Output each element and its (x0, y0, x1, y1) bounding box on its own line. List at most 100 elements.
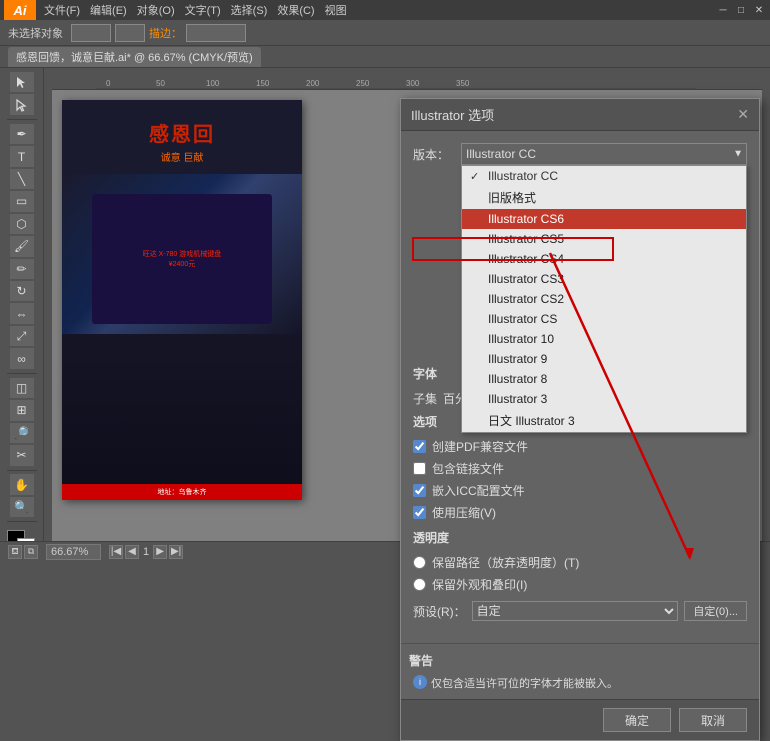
dropdown-label: Illustrator CS3 (488, 272, 564, 286)
ruler-marks: 0 50 100 150 200 250 300 350 (96, 76, 696, 90)
preset-select[interactable]: 自定 (472, 601, 679, 621)
feather-input[interactable] (186, 24, 246, 42)
version-select[interactable]: Illustrator CC (461, 143, 747, 165)
menu-effect[interactable]: 效果(C) (273, 2, 318, 18)
scale-tool[interactable]: ⤢ (10, 326, 34, 346)
dropdown-label: Illustrator 3 (488, 392, 547, 406)
dropdown-item-cs5[interactable]: Illustrator CS5 (462, 229, 746, 249)
preset-custom-button[interactable]: 自定(0)... (684, 601, 747, 621)
dialog-body: 版本： Illustrator CC ▼ ✓ Illustrator CC (401, 131, 759, 633)
dropdown-item-j3[interactable]: 日文 Illustrator 3 (462, 409, 746, 432)
horizontal-ruler: 0 50 100 150 200 250 300 350 (52, 76, 762, 90)
option-links-checkbox[interactable] (413, 462, 426, 475)
dropdown-label: Illustrator 9 (488, 352, 547, 366)
option-icc: 嵌入ICC配置文件 (413, 482, 747, 499)
gradient-tool[interactable]: ◫ (10, 378, 34, 398)
options-toolbar: 未选择对象 描边： (0, 20, 770, 46)
dialog-footer: 确定 取消 (401, 699, 759, 740)
svg-text:250: 250 (356, 79, 370, 88)
check-icon: ✓ (470, 170, 484, 183)
menu-file[interactable]: 文件(F) (40, 2, 84, 18)
line-tool[interactable]: ╲ (10, 169, 34, 189)
keyboard-area: 旺达 X-780 游戏机械键盘¥2400元 (92, 194, 272, 324)
menu-object[interactable]: 对象(O) (133, 2, 179, 18)
prev-button[interactable]: ◀ (125, 545, 139, 559)
document-canvas: 感恩回 诚意 巨献 旺达 X-780 游戏机械键盘¥2400元 地址：乌鲁木齐 (62, 100, 302, 500)
rect-tool[interactable]: ▭ (10, 191, 34, 211)
status-icon2: ⧉ (24, 545, 38, 559)
selection-tool[interactable] (10, 72, 34, 92)
ai-logo: Ai (4, 0, 36, 20)
transparency-radio-2[interactable] (413, 578, 426, 591)
rotate-tool[interactable]: ↻ (10, 281, 34, 301)
dialog-title-bar: Illustrator 选项 ✕ (401, 99, 759, 131)
dropdown-label: Illustrator CS (488, 312, 557, 326)
document-tab[interactable]: 感恩回馈，诚意巨献.ai* @ 66.67% (CMYK/预览) (8, 47, 261, 67)
dropdown-item-cc[interactable]: ✓ Illustrator CC (462, 166, 746, 186)
type-tool[interactable]: T (10, 146, 34, 166)
doc-banner: 感恩回 (149, 118, 215, 147)
option-icc-checkbox[interactable] (413, 484, 426, 497)
lightning-area: 旺达 X-780 游戏机械键盘¥2400元 (62, 174, 302, 334)
dropdown-item-cs6[interactable]: Illustrator CS6 (462, 209, 746, 229)
mesh-tool[interactable]: ⊞ (10, 400, 34, 420)
pencil-tool[interactable]: ✏ (10, 259, 34, 279)
mirror-tool[interactable]: ⇔ (10, 303, 34, 323)
dropdown-item-cs4[interactable]: Illustrator CS4 (462, 249, 746, 269)
prev-page-button[interactable]: |◀ (109, 545, 123, 559)
maximize-button[interactable]: □ (734, 3, 748, 17)
pen-tool[interactable]: ✒ (10, 124, 34, 144)
ok-button[interactable]: 确定 (603, 708, 671, 732)
preset-row: 预设(R)： 自定 自定(0)... (413, 601, 747, 621)
zoom-tool[interactable]: 🔍 (10, 497, 34, 517)
next-page-button[interactable]: ▶| (169, 545, 183, 559)
dropdown-item-9[interactable]: Illustrator 9 (462, 349, 746, 369)
warning-section: 警告 i 仅包含适当许可位的字体才能被嵌入。 (401, 643, 759, 699)
svg-text:100: 100 (206, 79, 220, 88)
transparency-radio-1[interactable] (413, 556, 426, 569)
option-icc-label: 嵌入ICC配置文件 (432, 482, 525, 499)
dropdown-item-cs[interactable]: Illustrator CS (462, 309, 746, 329)
stroke-swatch-toolbar (115, 24, 145, 42)
option-links: 包含链接文件 (413, 460, 747, 477)
dialog-close-button[interactable]: ✕ (737, 106, 749, 123)
menu-bar[interactable]: 文件(F) 编辑(E) 对象(O) 文字(T) 选择(S) 效果(C) 视图 (40, 2, 351, 18)
dropdown-item-cs2[interactable]: Illustrator CS2 (462, 289, 746, 309)
menu-select[interactable]: 选择(S) (227, 2, 272, 18)
hand-tool[interactable]: ✋ (10, 474, 34, 494)
eyedropper-tool[interactable]: 🔎 (10, 423, 34, 443)
dropdown-item-legacy[interactable]: 旧版格式 (462, 186, 746, 209)
transparency-label-2: 保留外观和叠印(I) (432, 576, 527, 593)
transparency-title: 透明度 (413, 529, 747, 546)
option-pdf-checkbox[interactable] (413, 440, 426, 453)
minimize-button[interactable]: ─ (716, 3, 730, 17)
dropdown-label: Illustrator 10 (488, 332, 554, 346)
dropdown-item-3[interactable]: Illustrator 3 (462, 389, 746, 409)
cancel-button[interactable]: 取消 (679, 708, 747, 732)
direct-selection-tool[interactable] (10, 94, 34, 114)
menu-text[interactable]: 文字(T) (181, 2, 225, 18)
menu-edit[interactable]: 编辑(E) (86, 2, 131, 18)
dropdown-item-10[interactable]: Illustrator 10 (462, 329, 746, 349)
paint-tool[interactable]: ⬡ (10, 214, 34, 234)
menu-view[interactable]: 视图 (321, 2, 351, 18)
option-compress-checkbox[interactable] (413, 506, 426, 519)
brush-tool[interactable]: 🖌 (10, 236, 34, 256)
dropdown-item-cs3[interactable]: Illustrator CS3 (462, 269, 746, 289)
dropdown-item-8[interactable]: Illustrator 8 (462, 369, 746, 389)
svg-text:350: 350 (456, 79, 470, 88)
close-button[interactable]: ✕ (752, 3, 766, 17)
next-button[interactable]: ▶ (153, 545, 167, 559)
version-dropdown[interactable]: ✓ Illustrator CC 旧版格式 Illustrator CS6 (461, 165, 747, 433)
scissors-tool[interactable]: ✂ (10, 445, 34, 465)
document-tabs: 感恩回馈，诚意巨献.ai* @ 66.67% (CMYK/预览) (0, 46, 770, 68)
toolbar-separator-3 (7, 470, 37, 471)
warning-message: 仅包含适当许可位的字体才能被嵌入。 (431, 675, 618, 691)
svg-text:300: 300 (406, 79, 420, 88)
toolbar-separator-2 (7, 373, 37, 374)
transparency-option-2: 保留外观和叠印(I) (413, 576, 747, 593)
option-links-label: 包含链接文件 (432, 460, 504, 477)
zoom-input[interactable]: 66.67% (46, 544, 101, 560)
main-area: ✒ T ╲ ▭ ⬡ 🖌 ✏ ↻ ⇔ ⤢ ∞ ◫ ⊞ 🔎 ✂ ✋ 🔍 (0, 68, 770, 560)
blend-tool[interactable]: ∞ (10, 348, 34, 368)
